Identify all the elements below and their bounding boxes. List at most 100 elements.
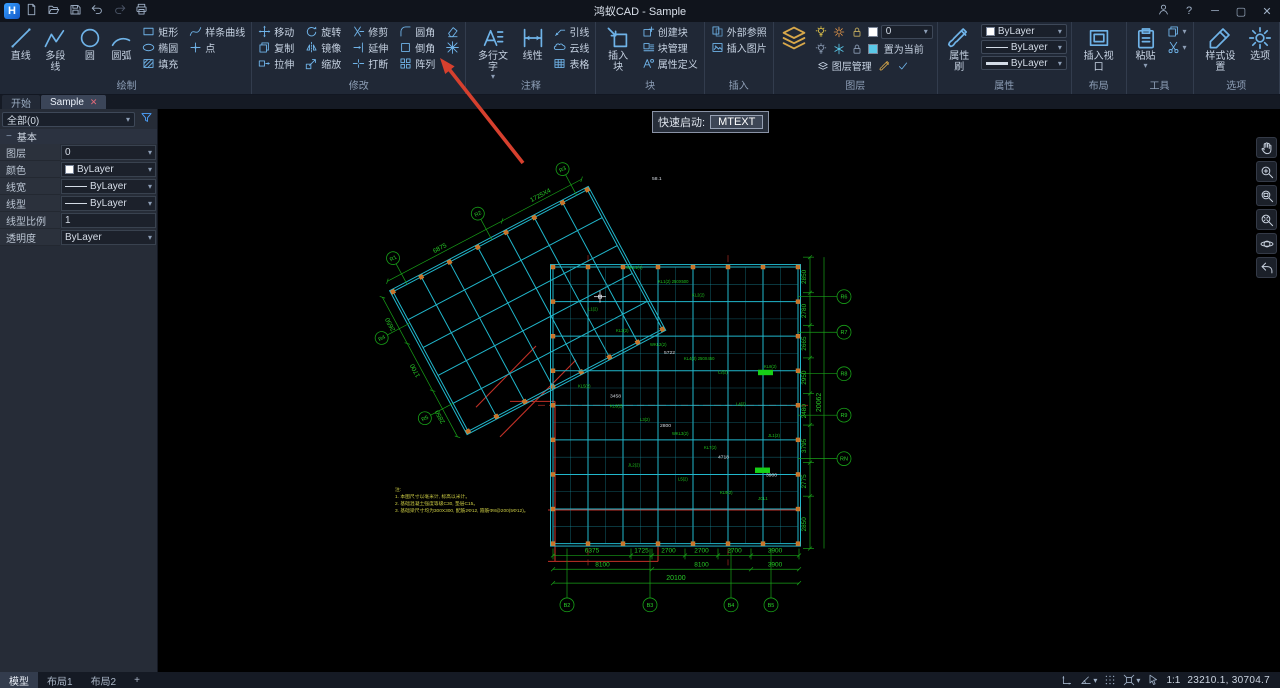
layer-properties-button[interactable] (778, 24, 810, 73)
object-lineweight-dropdown[interactable]: ByLayer▾ (981, 56, 1067, 70)
space-tab-model[interactable]: 模型 (0, 672, 38, 688)
chevron-down-icon: ▾ (491, 73, 495, 80)
layer-off-button[interactable] (814, 42, 829, 56)
array-button[interactable]: 阵列 (397, 56, 437, 71)
close-tab-icon[interactable]: ✕ (90, 97, 98, 108)
scale-indicator[interactable]: 1:1 (1166, 675, 1180, 686)
account-button[interactable] (1150, 2, 1176, 21)
svg-text:B2: B2 (564, 603, 571, 609)
spline-button[interactable]: 样条曲线 (187, 24, 247, 39)
layer-manager-button[interactable]: 图层管理 (814, 59, 875, 73)
layer-freeze-button[interactable] (832, 42, 847, 56)
layer-lock-button[interactable] (850, 25, 865, 39)
prop-value-color[interactable]: ByLayer▾ (61, 162, 156, 177)
dynamic-input-toggle[interactable] (1147, 674, 1159, 686)
break-button[interactable]: 打断 (350, 56, 390, 71)
layer-unlock-button[interactable] (850, 42, 865, 56)
dim-linear-button[interactable]: 线性 (518, 24, 548, 81)
table-button[interactable]: 表格 (551, 56, 591, 71)
new-file-button[interactable] (21, 2, 42, 21)
point-button[interactable]: 点 (187, 40, 247, 55)
line-button[interactable]: 直线 (6, 24, 36, 74)
prop-value-linetype[interactable]: ByLayer▾ (61, 196, 156, 211)
ellipse-button[interactable]: 椭圆 (140, 40, 180, 55)
style-settings-button[interactable]: 样式设置 (1198, 24, 1244, 74)
minimize-button[interactable]: ─ (1202, 2, 1228, 21)
block-manager-button[interactable]: 块管理 (640, 40, 700, 55)
mtext-button[interactable]: 多行文字▾ (470, 24, 515, 81)
insert-image-button[interactable]: 插入图片 (709, 40, 769, 55)
cut-clip-button[interactable]: ▾ (1165, 40, 1189, 55)
copy-button[interactable]: 复制 (256, 40, 296, 55)
insert-viewport-button[interactable]: 插入视口 (1076, 24, 1122, 74)
leader-button[interactable]: 引线 (551, 24, 591, 39)
create-block-button[interactable]: 创建块 (640, 24, 700, 39)
doc-tab-开始[interactable]: 开始 (2, 95, 40, 109)
hatch-button[interactable]: 填充 (140, 56, 180, 71)
space-tab-layout1[interactable]: 布局1 (38, 672, 82, 688)
revision-cloud-button[interactable]: 云线 (551, 40, 591, 55)
space-tab-layout2[interactable]: 布局2 (82, 672, 126, 688)
copy-clip-button[interactable]: ▾ (1165, 24, 1189, 39)
zoom-extents-button[interactable] (1256, 209, 1277, 230)
previous-view-button[interactable] (1256, 257, 1277, 278)
prop-value-lineweight[interactable]: ByLayer▾ (61, 179, 156, 194)
layer-color-chip[interactable] (868, 27, 878, 37)
arc-button[interactable]: 圆弧 (107, 24, 137, 74)
prop-value-linetype-scale[interactable]: 1 (61, 213, 156, 228)
attribute-define-button[interactable]: 属性定义 (640, 56, 700, 71)
ucs-toggle[interactable] (1061, 674, 1073, 686)
polyline-button[interactable]: 多段线 (38, 24, 74, 74)
object-color-dropdown[interactable]: ByLayer▾ (981, 24, 1067, 38)
explode-button[interactable] (444, 40, 461, 55)
layer-color-chip-2[interactable] (868, 44, 878, 54)
match-properties-button[interactable]: 属性刷 (942, 24, 977, 74)
app-options-button[interactable]: 选项 (1245, 24, 1275, 74)
selection-filter-dropdown[interactable]: 全部(0) ▾ (2, 112, 135, 127)
layer-thaw-button[interactable] (832, 25, 847, 39)
prop-value-transparency[interactable]: ByLayer▾ (61, 230, 156, 245)
layer-on-button[interactable] (814, 25, 829, 39)
stretch-button[interactable]: 拉伸 (256, 56, 296, 71)
chamfer-button[interactable]: 倒角 (397, 40, 437, 55)
help-button[interactable]: ? (1176, 2, 1202, 21)
object-linetype-dropdown[interactable]: ByLayer▾ (981, 40, 1067, 54)
layer-match-button[interactable] (878, 59, 893, 73)
undo-button[interactable] (87, 2, 108, 21)
trim-button[interactable]: 修剪 (350, 24, 390, 39)
erase-button[interactable] (444, 24, 461, 39)
fillet-button[interactable]: 圆角 (397, 24, 437, 39)
rectangle-button[interactable]: 矩形 (140, 24, 180, 39)
rotate-button[interactable]: 旋转 (303, 24, 343, 39)
quick-select-button[interactable] (137, 111, 155, 127)
prop-value-layer[interactable]: 0▾ (61, 145, 156, 160)
paste-button[interactable]: 粘贴▾ (1131, 24, 1161, 70)
mirror-button[interactable]: 镜像 (303, 40, 343, 55)
space-tab-add-layout[interactable]: + (125, 672, 149, 688)
open-file-button[interactable] (43, 2, 64, 21)
current-layer-dropdown[interactable]: 0▾ (881, 25, 933, 39)
zoom-window-button[interactable] (1256, 185, 1277, 206)
circle-button[interactable]: 圆 (75, 24, 105, 74)
orbit-button[interactable] (1256, 233, 1277, 254)
save-button[interactable] (65, 2, 86, 21)
doc-tab-sample[interactable]: Sample✕ (41, 95, 106, 109)
close-button[interactable]: ✕ (1254, 2, 1280, 21)
set-current-layer-button[interactable]: 置为当前 (881, 42, 927, 56)
maximize-button[interactable]: ▢ (1228, 2, 1254, 21)
polar-tracking-toggle[interactable]: ▾ (1080, 674, 1097, 686)
redo-button[interactable] (109, 2, 130, 21)
external-reference-button[interactable]: 外部参照 (709, 24, 769, 39)
drawing-canvas[interactable]: 68751725X4265017002850R1R2R3R4R5 6375172… (158, 109, 1280, 672)
pan-button[interactable] (1256, 137, 1277, 158)
zoom-in-button[interactable] (1256, 161, 1277, 182)
print-button[interactable] (131, 2, 152, 21)
scale-button[interactable]: 缩放 (303, 56, 343, 71)
layer-walk-button[interactable] (896, 59, 911, 73)
properties-section-basic[interactable]: − 基本 (0, 129, 157, 144)
grid-toggle[interactable] (1104, 674, 1116, 686)
move-button[interactable]: 移动 (256, 24, 296, 39)
extend-button[interactable]: 延伸 (350, 40, 390, 55)
insert-block-button[interactable]: 插入块 (600, 24, 635, 74)
object-snap-toggle[interactable]: ▾ (1123, 674, 1140, 686)
